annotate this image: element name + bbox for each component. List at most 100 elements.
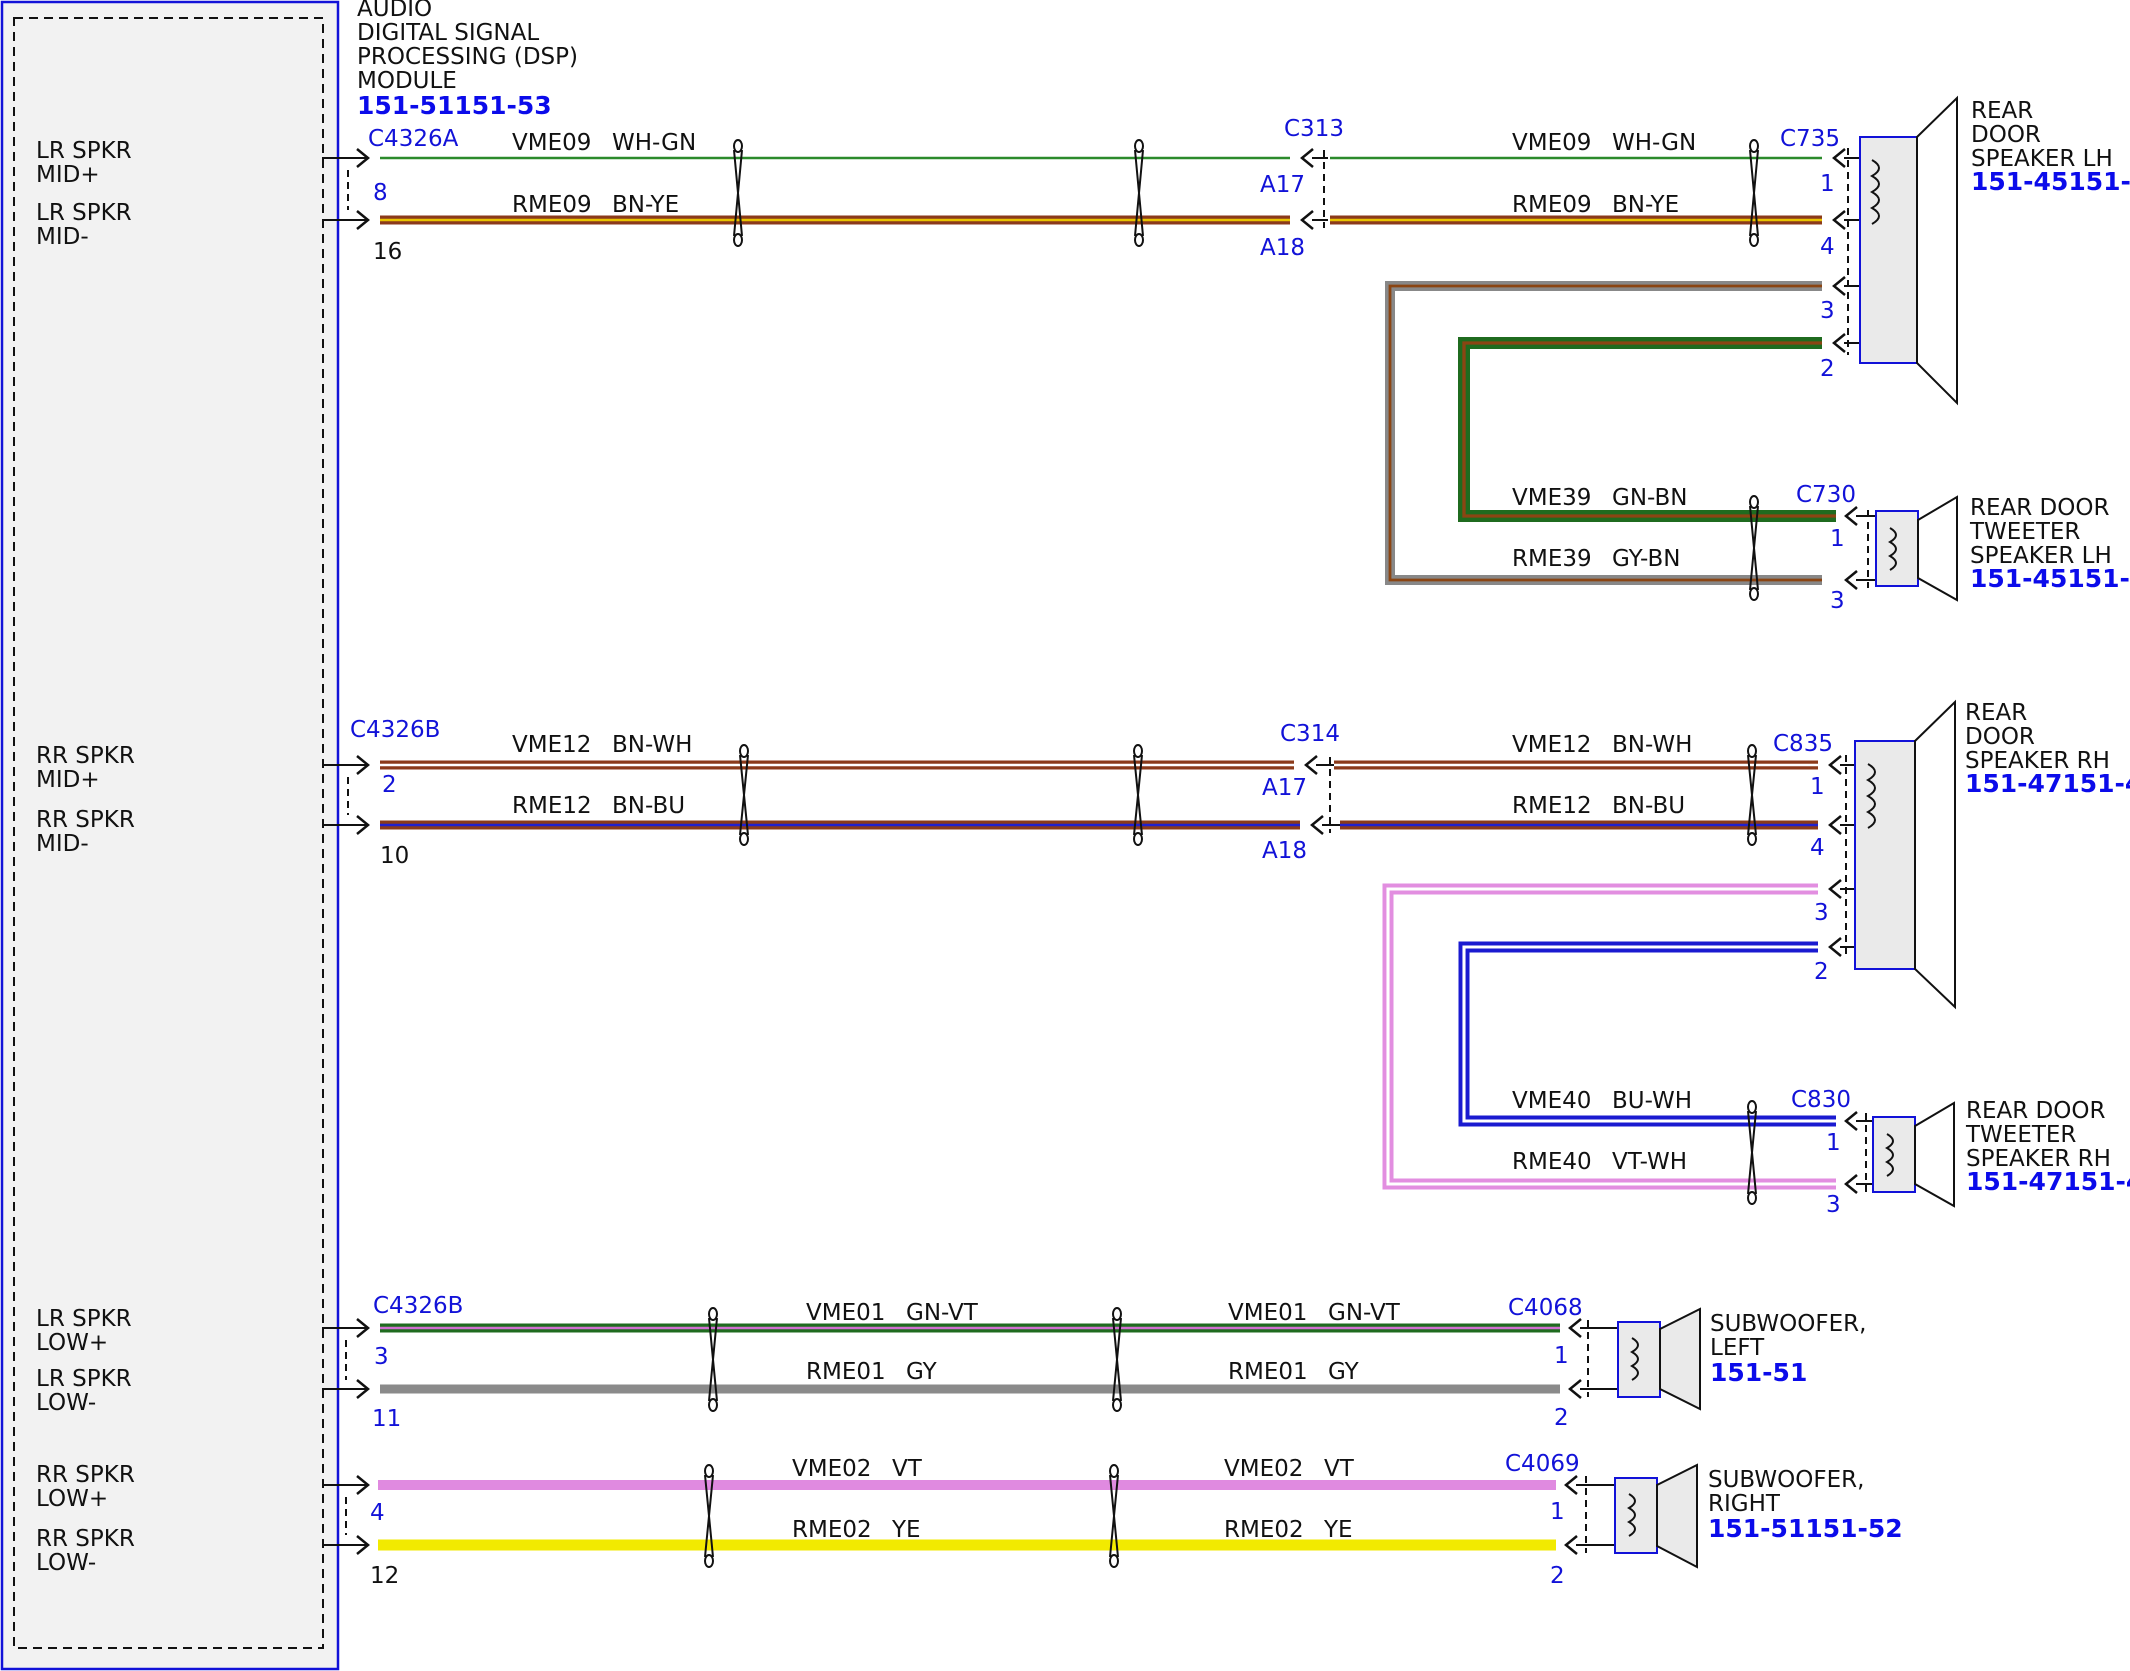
pin-c314-a18: A18: [1262, 838, 1307, 864]
wire-label-vme02-b: VME02: [1224, 1456, 1303, 1482]
connector-c4068: C4068: [1508, 1295, 1583, 1321]
module-name-line-3: PROCESSING (DSP): [357, 44, 578, 70]
arrow-c830-1: [1844, 1111, 1858, 1131]
pin-c4068-1: 1: [1554, 1343, 1569, 1369]
wire-color-rme01-b: GY: [1328, 1359, 1360, 1385]
wire-label-vme09-a: VME09: [512, 130, 591, 156]
wire-label-rme12-b: RME12: [1512, 793, 1592, 819]
tweeter-rh-ref[interactable]: 151-47151-48: [1966, 1167, 2130, 1196]
signal-rr-mid-pos-2: MID+: [36, 767, 100, 793]
wire-color-vme09-b: WH-GN: [1612, 130, 1696, 156]
connector-c4069: C4069: [1505, 1451, 1580, 1477]
twist-rr-low-2-top: [1109, 1464, 1119, 1478]
twist-lr-low-1: [708, 1307, 718, 1412]
pin-c313-a18: A18: [1260, 235, 1305, 261]
wire-rme39: [1385, 281, 1822, 585]
arrow-c835-3: [1828, 879, 1842, 899]
arrow-c4068-2: [1568, 1379, 1582, 1399]
wire-rme40-base: [1382, 883, 1836, 1190]
sub-left-magnet: [1617, 1321, 1661, 1398]
pin-c314-a17: A17: [1262, 775, 1307, 801]
wire-rme39-base: [1385, 281, 1822, 585]
arrow-c314-a17: [1304, 755, 1318, 775]
wire-color-vme02-b: VT: [1324, 1456, 1355, 1482]
arrow-c313-a18: [1300, 210, 1314, 230]
twist-rr-tweeter-top: [1747, 1100, 1757, 1114]
pin-12: 12: [370, 1563, 399, 1589]
wire-label-rme02-a: RME02: [792, 1517, 872, 1543]
module-reference[interactable]: 151-51151-53: [357, 91, 552, 120]
twist-rr-mid-3-bottom: [1747, 832, 1757, 846]
wire-color-rme02-a: YE: [891, 1517, 921, 1543]
sub-right-cone: [1656, 1463, 1698, 1569]
wire-label-rme02-b: RME02: [1224, 1517, 1304, 1543]
rear-door-lh-line-1: REAR: [1971, 98, 2033, 124]
tweeter-lh-cone: [1917, 495, 1958, 602]
pin-c730-1: 1: [1830, 526, 1845, 552]
tweeter-speaker-lh[interactable]: [1875, 495, 1958, 602]
pin-c4069-2: 2: [1550, 1563, 1565, 1589]
signal-rr-low-neg-2: LOW-: [36, 1550, 96, 1576]
pin-c835-2: 2: [1814, 959, 1829, 985]
module-name-line-2: DIGITAL SIGNAL: [357, 20, 539, 46]
twist-rr-mid-3: [1747, 744, 1757, 846]
signal-lr-mid-pos-1: LR SPKR: [36, 138, 132, 164]
twist-lr-low-2: [1112, 1307, 1122, 1412]
sub-left-ref[interactable]: 151-51: [1710, 1358, 1807, 1387]
signal-lr-low-pos-2: LOW+: [36, 1330, 108, 1356]
sub-right-ref[interactable]: 151-51151-52: [1708, 1514, 1903, 1543]
pin-4: 4: [370, 1500, 385, 1526]
subwoofer-left[interactable]: [1617, 1307, 1701, 1411]
arrow-c735-3: [1832, 276, 1846, 296]
tweeter-rh-magnet: [1872, 1116, 1916, 1193]
tweeter-lh-line-1: REAR DOOR: [1970, 495, 2109, 521]
rear-door-rh-ref[interactable]: 151-47151-48: [1965, 769, 2130, 798]
wire-label-rme39: RME39: [1512, 546, 1592, 572]
rear-door-speaker-lh[interactable]: [1859, 95, 1958, 406]
twist-rr-tweeter-bottom: [1747, 1191, 1757, 1205]
wire-color-vme12-b: BN-WH: [1612, 732, 1692, 758]
wire-color-vme39: GN-BN: [1612, 485, 1688, 511]
subwoofer-right[interactable]: [1614, 1463, 1698, 1569]
tweeter-speaker-rh[interactable]: [1872, 1101, 1955, 1208]
tweeter-rh-line-1: REAR DOOR: [1966, 1098, 2105, 1124]
twist-lr-low-2-top: [1112, 1307, 1122, 1321]
pin-2: 2: [382, 772, 397, 798]
wire-label-rme40: RME40: [1512, 1149, 1592, 1175]
tweeter-rh-line-2: TWEETER: [1965, 1122, 2076, 1148]
rear-door-rh-line-1: REAR: [1965, 700, 2027, 726]
twist-lr-low-1-top: [708, 1307, 718, 1321]
rear-door-lh-ref[interactable]: 151-45151-46: [1971, 167, 2130, 196]
signal-rr-low-neg-1: RR SPKR: [36, 1526, 135, 1552]
wire-label-vme09-b: VME09: [1512, 130, 1591, 156]
wire-color-rme02-b: YE: [1323, 1517, 1353, 1543]
twist-rr-low-1-top: [704, 1464, 714, 1478]
wire-label-vme01-a: VME01: [806, 1300, 885, 1326]
speaker-lh-magnet: [1859, 136, 1918, 364]
pin-16: 16: [373, 239, 402, 265]
module-name-line-1: AUDIO: [357, 0, 432, 22]
arrow-c4069-2: [1564, 1535, 1578, 1555]
rear-door-speaker-rh[interactable]: [1854, 699, 1956, 1010]
arrow-c730-3: [1844, 570, 1858, 590]
pin-c835-3: 3: [1814, 900, 1829, 926]
twist-lr-mid-3-top: [1749, 139, 1759, 153]
wire-color-rme01-a: GY: [906, 1359, 938, 1385]
rear-door-rh-line-2: DOOR: [1965, 724, 2035, 750]
arrow-c314-a18: [1310, 815, 1324, 835]
twist-rr-mid-3-top: [1747, 744, 1757, 758]
arrow-c735-4: [1832, 210, 1846, 230]
arrow-c4069-1: [1564, 1475, 1578, 1495]
pin-3: 3: [374, 1344, 389, 1370]
arrow-c735-2: [1832, 333, 1846, 353]
wire-rme39-stripe: [1388, 284, 1822, 582]
twist-lr-low-1-bottom: [708, 1398, 718, 1412]
twist-rr-mid-2-top: [1133, 744, 1143, 758]
pin-c735-1: 1: [1820, 171, 1835, 197]
wire-color-vme01-b: GN-VT: [1328, 1300, 1401, 1326]
twist-lr-tweeter-bottom: [1749, 587, 1759, 601]
connector-c4326a: C4326A: [368, 126, 459, 152]
signal-lr-mid-pos-2: MID+: [36, 162, 100, 188]
speaker-rh-cone: [1914, 699, 1956, 1010]
tweeter-lh-ref[interactable]: 151-45151-46: [1970, 564, 2130, 593]
